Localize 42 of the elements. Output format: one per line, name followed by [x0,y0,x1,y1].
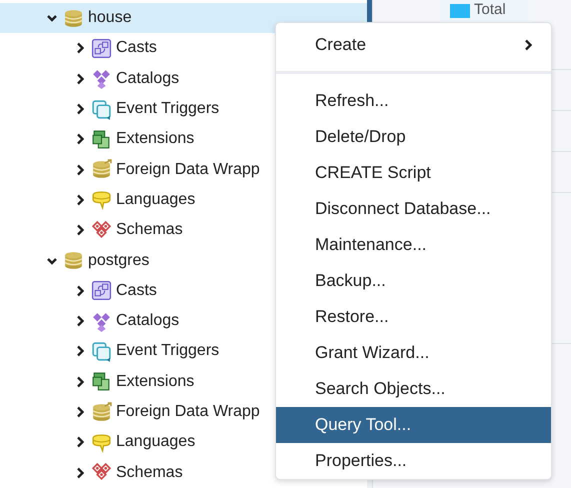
database-icon [63,8,84,29]
tree-item-label: Languages [116,434,196,450]
menu-item[interactable]: Restore... [276,299,551,335]
tree-item-label: Schemas [116,464,183,481]
puzzle-icon [91,371,112,392]
tree-item-label: Catalogs [116,70,180,87]
database-arrow-icon [91,159,112,180]
casts-icon [91,280,112,302]
speech-bubble-icon [91,432,112,453]
catalogs-icon [91,310,112,332]
menu-item[interactable]: Backup... [276,263,551,299]
tree-item-label: Extensions [116,131,194,148]
database-arrow-icon [91,402,112,422]
casts-icon [91,38,112,59]
tree-item-label: Casts [116,40,157,56]
tree-item-label: Casts [116,282,157,299]
tree-item-label: Event Triggers [116,343,220,360]
puzzle-icon [91,128,112,150]
squares-icon [91,98,112,120]
tree-item-label: house [88,10,132,26]
tree-item-label: Extensions [116,374,194,390]
speech-bubble-icon [91,189,112,210]
tree-item-label: postgres [88,252,150,269]
tree-item-label: Catalogs [116,313,180,330]
menu-item[interactable]: CREATE Script [276,155,551,191]
menu-item[interactable]: Properties... [276,443,551,479]
tree-item[interactable]: house [0,3,367,34]
tree-item-label: Languages [116,192,196,208]
tree-item-label: Foreign Data Wrapp [116,162,260,178]
database-icon [63,250,84,272]
tree-item-label: Foreign Data Wrapp [116,404,260,420]
catalogs-icon [91,68,112,90]
menu-item[interactable]: Disconnect Database... [276,191,551,227]
menu-item[interactable]: Maintenance... [276,227,551,263]
tree-item-label: Schemas [116,222,183,238]
menu-item[interactable]: Search Objects... [276,371,551,407]
menu-item[interactable]: Query Tool... [276,407,551,443]
legend-label: Total [474,0,506,20]
menu-item[interactable]: Delete/Drop [276,119,551,155]
squares-icon [91,340,112,362]
tree-item-label: Event Triggers [116,101,220,118]
menu-item[interactable]: Grant Wizard... [276,335,551,371]
